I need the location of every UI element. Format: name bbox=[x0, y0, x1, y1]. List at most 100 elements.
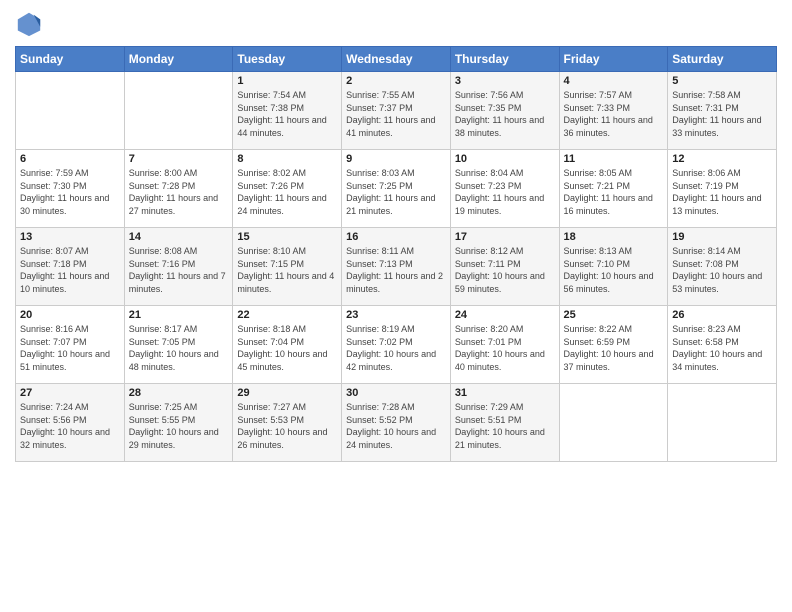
calendar-cell: 6Sunrise: 7:59 AM Sunset: 7:30 PM Daylig… bbox=[16, 150, 125, 228]
cell-content: Sunrise: 7:55 AM Sunset: 7:37 PM Dayligh… bbox=[346, 89, 446, 139]
cell-content: Sunrise: 8:05 AM Sunset: 7:21 PM Dayligh… bbox=[564, 167, 664, 217]
calendar-cell bbox=[559, 384, 668, 462]
cell-content: Sunrise: 7:59 AM Sunset: 7:30 PM Dayligh… bbox=[20, 167, 120, 217]
day-header-thursday: Thursday bbox=[450, 47, 559, 72]
day-header-saturday: Saturday bbox=[668, 47, 777, 72]
logo-icon bbox=[15, 10, 43, 38]
day-number: 24 bbox=[455, 309, 555, 321]
day-header-wednesday: Wednesday bbox=[342, 47, 451, 72]
day-number: 7 bbox=[129, 153, 229, 165]
cell-content: Sunrise: 8:03 AM Sunset: 7:25 PM Dayligh… bbox=[346, 167, 446, 217]
day-number: 26 bbox=[672, 309, 772, 321]
calendar-cell: 20 Sunrise: 8:16 AM Sunset: 7:07 PM Dayli… bbox=[16, 306, 125, 384]
day-number: 23 bbox=[346, 309, 446, 321]
calendar-cell: 3 Sunrise: 7:56 AM Sunset: 7:35 PM Daylig… bbox=[450, 72, 559, 150]
day-number: 20 bbox=[20, 309, 120, 321]
day-number: 29 bbox=[237, 387, 337, 399]
calendar-cell: 30 Sunrise: 7:28 AM Sunset: 5:52 PM Dayli… bbox=[342, 384, 451, 462]
calendar-cell: 15 Sunrise: 8:10 AM Sunset: 7:15 PM Dayli… bbox=[233, 228, 342, 306]
cell-content: Sunrise: 8:13 AM Sunset: 7:10 PM Dayligh… bbox=[564, 245, 664, 295]
day-number: 14 bbox=[129, 231, 229, 243]
day-header-friday: Friday bbox=[559, 47, 668, 72]
cell-content: Sunrise: 8:08 AM Sunset: 7:16 PM Dayligh… bbox=[129, 245, 229, 295]
day-number: 19 bbox=[672, 231, 772, 243]
day-number: 4 bbox=[564, 75, 664, 87]
calendar-cell: 2 Sunrise: 7:55 AM Sunset: 7:37 PM Daylig… bbox=[342, 72, 451, 150]
calendar-cell: 16 Sunrise: 8:11 AM Sunset: 7:13 PM Dayli… bbox=[342, 228, 451, 306]
day-number: 27 bbox=[20, 387, 120, 399]
cell-content: Sunrise: 8:17 AM Sunset: 7:05 PM Dayligh… bbox=[129, 323, 229, 373]
cell-content: Sunrise: 8:11 AM Sunset: 7:13 PM Dayligh… bbox=[346, 245, 446, 295]
cell-content: Sunrise: 7:54 AM Sunset: 7:38 PM Dayligh… bbox=[237, 89, 337, 139]
cell-content: Sunrise: 7:29 AM Sunset: 5:51 PM Dayligh… bbox=[455, 401, 555, 451]
cell-content: Sunrise: 7:56 AM Sunset: 7:35 PM Dayligh… bbox=[455, 89, 555, 139]
calendar-cell: 19 Sunrise: 8:14 AM Sunset: 7:08 PM Dayli… bbox=[668, 228, 777, 306]
calendar-cell: 7Sunrise: 8:00 AM Sunset: 7:28 PM Daylig… bbox=[124, 150, 233, 228]
day-header-monday: Monday bbox=[124, 47, 233, 72]
calendar-cell: 10 Sunrise: 8:04 AM Sunset: 7:23 PM Dayli… bbox=[450, 150, 559, 228]
calendar-cell: 28 Sunrise: 7:25 AM Sunset: 5:55 PM Dayli… bbox=[124, 384, 233, 462]
cell-content: Sunrise: 8:04 AM Sunset: 7:23 PM Dayligh… bbox=[455, 167, 555, 217]
cell-content: Sunrise: 8:16 AM Sunset: 7:07 PM Dayligh… bbox=[20, 323, 120, 373]
calendar-cell: 8 Sunrise: 8:02 AM Sunset: 7:26 PM Daylig… bbox=[233, 150, 342, 228]
day-number: 16 bbox=[346, 231, 446, 243]
calendar-cell: 24 Sunrise: 8:20 AM Sunset: 7:01 PM Dayli… bbox=[450, 306, 559, 384]
calendar-cell: 9 Sunrise: 8:03 AM Sunset: 7:25 PM Daylig… bbox=[342, 150, 451, 228]
day-number: 30 bbox=[346, 387, 446, 399]
calendar-cell: 17Sunrise: 8:12 AM Sunset: 7:11 PM Dayli… bbox=[450, 228, 559, 306]
calendar-cell: 26 Sunrise: 8:23 AM Sunset: 6:58 PM Dayli… bbox=[668, 306, 777, 384]
cell-content: Sunrise: 8:10 AM Sunset: 7:15 PM Dayligh… bbox=[237, 245, 337, 295]
cell-content: Sunrise: 8:19 AM Sunset: 7:02 PM Dayligh… bbox=[346, 323, 446, 373]
calendar-cell bbox=[668, 384, 777, 462]
day-number: 10 bbox=[455, 153, 555, 165]
page: SundayMondayTuesdayWednesdayThursdayFrid… bbox=[0, 0, 792, 612]
day-number: 11 bbox=[564, 153, 664, 165]
calendar-table: SundayMondayTuesdayWednesdayThursdayFrid… bbox=[15, 46, 777, 462]
day-number: 28 bbox=[129, 387, 229, 399]
calendar-cell bbox=[16, 72, 125, 150]
calendar-cell: 18 Sunrise: 8:13 AM Sunset: 7:10 PM Dayli… bbox=[559, 228, 668, 306]
day-number: 12 bbox=[672, 153, 772, 165]
day-number: 9 bbox=[346, 153, 446, 165]
day-number: 18 bbox=[564, 231, 664, 243]
day-header-tuesday: Tuesday bbox=[233, 47, 342, 72]
calendar-cell: 5 Sunrise: 7:58 AM Sunset: 7:31 PM Daylig… bbox=[668, 72, 777, 150]
day-number: 5 bbox=[672, 75, 772, 87]
cell-content: Sunrise: 7:25 AM Sunset: 5:55 PM Dayligh… bbox=[129, 401, 229, 451]
cell-content: Sunrise: 8:07 AM Sunset: 7:18 PM Dayligh… bbox=[20, 245, 120, 295]
calendar-cell: 27 Sunrise: 7:24 AM Sunset: 5:56 PM Dayli… bbox=[16, 384, 125, 462]
day-number: 22 bbox=[237, 309, 337, 321]
calendar-cell: 22 Sunrise: 8:18 AM Sunset: 7:04 PM Dayli… bbox=[233, 306, 342, 384]
day-number: 2 bbox=[346, 75, 446, 87]
cell-content: Sunrise: 8:12 AM Sunset: 7:11 PM Dayligh… bbox=[455, 245, 555, 295]
cell-content: Sunrise: 7:28 AM Sunset: 5:52 PM Dayligh… bbox=[346, 401, 446, 451]
cell-content: Sunrise: 8:23 AM Sunset: 6:58 PM Dayligh… bbox=[672, 323, 772, 373]
logo bbox=[15, 10, 47, 38]
cell-content: Sunrise: 8:06 AM Sunset: 7:19 PM Dayligh… bbox=[672, 167, 772, 217]
calendar-cell: 31 Sunrise: 7:29 AM Sunset: 5:51 PM Dayli… bbox=[450, 384, 559, 462]
cell-content: Sunrise: 8:14 AM Sunset: 7:08 PM Dayligh… bbox=[672, 245, 772, 295]
cell-content: Sunrise: 7:27 AM Sunset: 5:53 PM Dayligh… bbox=[237, 401, 337, 451]
calendar-cell: 23 Sunrise: 8:19 AM Sunset: 7:02 PM Dayli… bbox=[342, 306, 451, 384]
calendar-cell: 25Sunrise: 8:22 AM Sunset: 6:59 PM Dayli… bbox=[559, 306, 668, 384]
cell-content: Sunrise: 7:57 AM Sunset: 7:33 PM Dayligh… bbox=[564, 89, 664, 139]
day-number: 31 bbox=[455, 387, 555, 399]
cell-content: Sunrise: 8:18 AM Sunset: 7:04 PM Dayligh… bbox=[237, 323, 337, 373]
header bbox=[15, 10, 777, 38]
calendar-cell bbox=[124, 72, 233, 150]
cell-content: Sunrise: 7:58 AM Sunset: 7:31 PM Dayligh… bbox=[672, 89, 772, 139]
day-number: 3 bbox=[455, 75, 555, 87]
cell-content: Sunrise: 8:02 AM Sunset: 7:26 PM Dayligh… bbox=[237, 167, 337, 217]
calendar-cell: 4 Sunrise: 7:57 AM Sunset: 7:33 PM Daylig… bbox=[559, 72, 668, 150]
day-number: 21 bbox=[129, 309, 229, 321]
day-number: 8 bbox=[237, 153, 337, 165]
cell-content: Sunrise: 7:24 AM Sunset: 5:56 PM Dayligh… bbox=[20, 401, 120, 451]
calendar-cell: 21 Sunrise: 8:17 AM Sunset: 7:05 PM Dayli… bbox=[124, 306, 233, 384]
day-number: 13 bbox=[20, 231, 120, 243]
day-number: 1 bbox=[237, 75, 337, 87]
calendar-cell: 13 Sunrise: 8:07 AM Sunset: 7:18 PM Dayli… bbox=[16, 228, 125, 306]
day-number: 15 bbox=[237, 231, 337, 243]
cell-content: Sunrise: 8:20 AM Sunset: 7:01 PM Dayligh… bbox=[455, 323, 555, 373]
day-header-sunday: Sunday bbox=[16, 47, 125, 72]
cell-content: Sunrise: 8:22 AM Sunset: 6:59 PM Dayligh… bbox=[564, 323, 664, 373]
